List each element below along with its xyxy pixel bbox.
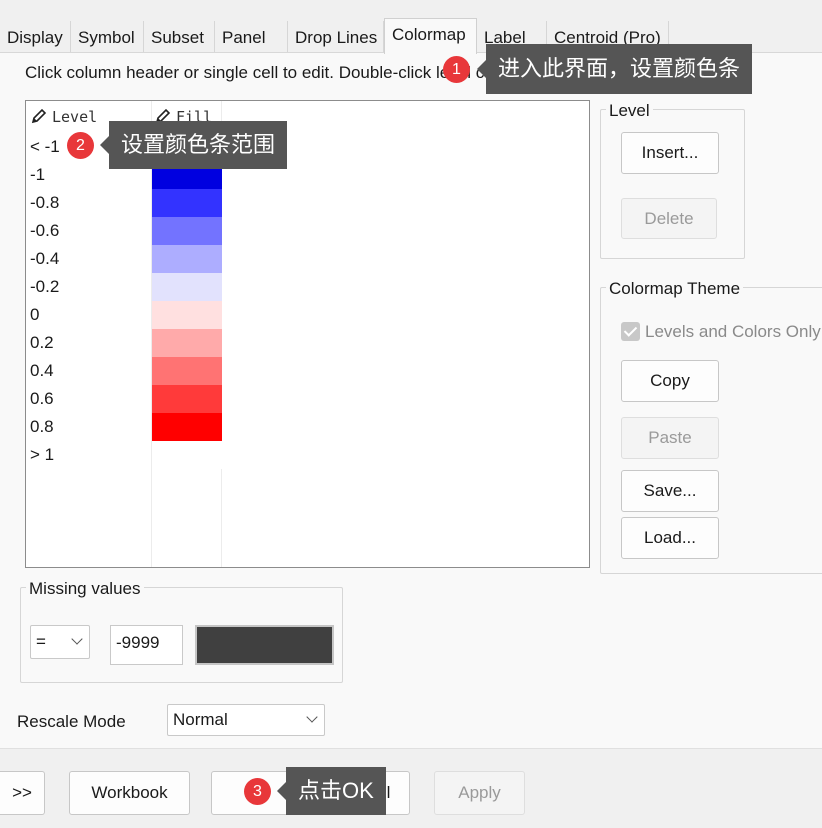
missing-color-swatch[interactable] xyxy=(195,625,334,665)
tab-symbol[interactable]: Symbol xyxy=(71,21,144,53)
save-button[interactable]: Save... xyxy=(621,470,719,512)
fill-swatch[interactable] xyxy=(152,413,222,441)
colormap-theme-title: Colormap Theme xyxy=(606,279,744,299)
fill-swatch[interactable] xyxy=(152,245,222,273)
levels-colors-only-label: Levels and Colors Only xyxy=(645,322,821,341)
fill-swatch[interactable] xyxy=(152,441,222,469)
step-2-badge: 2 xyxy=(67,132,94,159)
fill-swatch[interactable] xyxy=(152,357,222,385)
copy-button[interactable]: Copy xyxy=(621,360,719,402)
level-column-header[interactable]: Level xyxy=(30,107,97,126)
rescale-mode-select[interactable]: Normal xyxy=(167,704,325,736)
pencil-icon xyxy=(31,108,47,124)
insert-button[interactable]: Insert... xyxy=(621,132,719,174)
level-cell[interactable]: 0.6 xyxy=(30,385,54,413)
tab-subset[interactable]: Subset xyxy=(144,21,215,53)
fill-swatch[interactable] xyxy=(152,301,222,329)
callout-step-2: 设置颜色条范围 xyxy=(99,121,288,169)
paste-button[interactable]: Paste xyxy=(621,417,719,459)
missing-operator-value: = xyxy=(36,632,46,651)
step-3-badge: 3 xyxy=(244,778,271,805)
chevron-down-icon xyxy=(306,711,318,723)
level-cell[interactable]: -0.6 xyxy=(30,217,59,245)
level-cell[interactable]: > 1 xyxy=(30,441,54,469)
fill-swatch[interactable] xyxy=(152,273,222,301)
apply-button[interactable]: Apply xyxy=(434,771,525,815)
level-header-label: Level xyxy=(52,108,98,126)
tab-label: Symbol xyxy=(78,28,135,47)
missing-operator-select[interactable]: = xyxy=(30,625,90,659)
missing-values-title: Missing values xyxy=(26,579,144,599)
tab-label: Panel xyxy=(222,28,266,47)
level-cell[interactable]: 0 xyxy=(30,301,39,329)
step-1-badge: 1 xyxy=(443,56,470,83)
callout-step-1: 进入此界面，设置颜色条 xyxy=(476,44,753,94)
fill-swatch[interactable] xyxy=(152,217,222,245)
level-cell[interactable]: -0.8 xyxy=(30,189,59,217)
level-cell[interactable]: -0.2 xyxy=(30,273,59,301)
level-cell[interactable]: 0.8 xyxy=(30,413,54,441)
expand-button[interactable]: >> xyxy=(0,771,45,815)
level-group-title: Level xyxy=(606,101,653,121)
tab-label: Colormap xyxy=(392,25,466,44)
level-cell[interactable]: -1 xyxy=(30,161,45,189)
tab-panel[interactable]: Panel xyxy=(215,21,288,53)
level-cell[interactable]: 0.2 xyxy=(30,329,54,357)
fill-swatch[interactable] xyxy=(152,329,222,357)
rescale-mode-label: Rescale Mode xyxy=(17,712,126,731)
delete-button[interactable]: Delete xyxy=(621,198,717,239)
level-cell[interactable]: -0.4 xyxy=(30,245,59,273)
tab-label: Display xyxy=(7,28,63,47)
colormap-grid[interactable]: Level Fill < -1 -1 -0.8 -0.6 -0.4 -0.2 0 0.2 0.4… xyxy=(25,100,590,568)
tab-label: Subset xyxy=(151,28,204,47)
levels-colors-only-checkbox[interactable] xyxy=(621,322,640,341)
rescale-mode-value: Normal xyxy=(173,710,228,729)
load-button[interactable]: Load... xyxy=(621,517,719,559)
level-cell[interactable]: 0.4 xyxy=(30,357,54,385)
tab-drop-lines[interactable]: Drop Lines xyxy=(288,21,384,53)
workbook-button[interactable]: Workbook xyxy=(69,771,190,815)
missing-value-input[interactable]: -9999 xyxy=(110,625,183,665)
level-cell[interactable]: < -1 xyxy=(30,133,60,161)
tab-label: Drop Lines xyxy=(295,28,378,47)
callout-step-3: 点击OK xyxy=(277,767,386,815)
tab-colormap[interactable]: Colormap xyxy=(384,18,477,54)
chevron-down-icon xyxy=(71,633,83,645)
fill-swatch[interactable] xyxy=(152,385,222,413)
tab-display[interactable]: Display xyxy=(0,21,71,53)
fill-swatch[interactable] xyxy=(152,189,222,217)
